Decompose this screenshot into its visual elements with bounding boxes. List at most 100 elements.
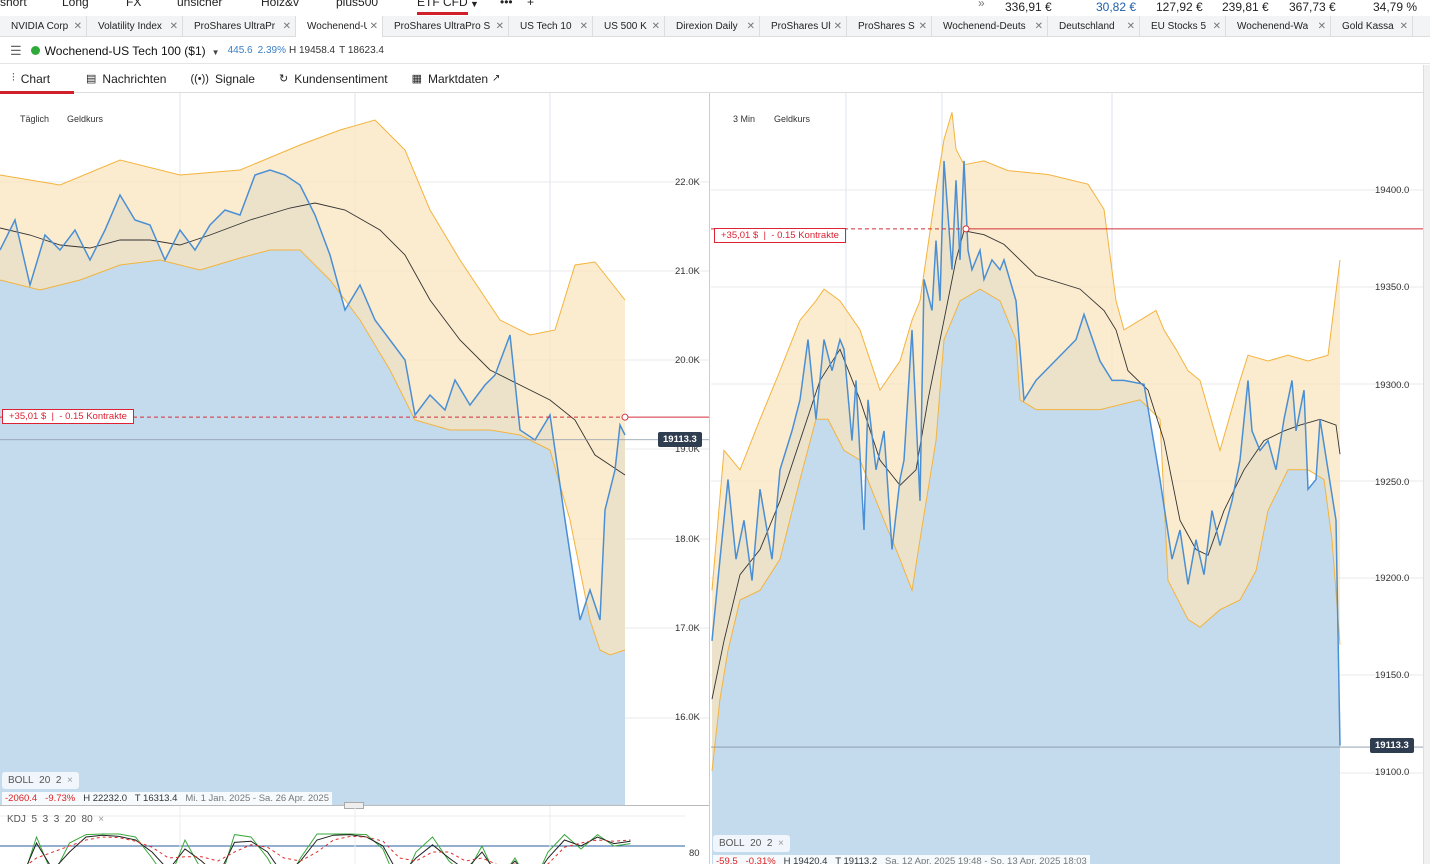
nav-item-long[interactable]: Long xyxy=(62,0,89,9)
indicator-param: 3 xyxy=(53,814,60,825)
close-tab-icon[interactable]: ✕ xyxy=(652,21,660,32)
timeframe-label[interactable]: 3 Min xyxy=(733,114,755,124)
chevron-down-icon[interactable]: ▼ xyxy=(212,48,220,57)
nav-item-holz[interactable]: Holz&v xyxy=(261,0,299,9)
close-tab-icon[interactable]: ✕ xyxy=(170,21,178,32)
close-tab-icon[interactable]: ✕ xyxy=(919,21,927,32)
kdj-level-tick: 80 xyxy=(689,848,700,859)
overflow-icon[interactable]: » xyxy=(978,0,985,10)
instrument-tab[interactable]: US Tech 10 ✕ xyxy=(509,16,593,37)
instrument-tab[interactable]: Wochenend-Deuts ✕ xyxy=(932,16,1048,37)
position-label[interactable]: +35,01 $ | - 0.15 Kontrakte xyxy=(2,409,134,424)
change-percent: 2.39% xyxy=(257,45,286,56)
kdj-j-line xyxy=(27,833,631,864)
tab-label: Volatility Index xyxy=(98,21,162,32)
more-icon[interactable]: ••• xyxy=(500,0,513,9)
tab-label: Gold Kassa ( xyxy=(1342,21,1397,32)
tab-kundensentiment[interactable]: ↻ Kundensentiment xyxy=(267,65,400,93)
close-tab-icon[interactable]: ✕ xyxy=(1400,21,1408,32)
y-tick: 19300.0 xyxy=(1375,380,1410,391)
close-icon[interactable]: × xyxy=(98,814,104,825)
close-tab-icon[interactable]: ✕ xyxy=(1213,21,1221,32)
indicator-param: 20 xyxy=(39,775,51,786)
indicator-param: 20 xyxy=(750,838,762,849)
close-tab-icon[interactable]: ✕ xyxy=(580,21,588,32)
nav-item-fx[interactable]: FX xyxy=(126,0,141,9)
menu-icon[interactable]: ☰ xyxy=(10,43,22,59)
position-label[interactable]: +35,01 $ | - 0.15 Kontrakte xyxy=(714,228,846,243)
candles-icon: ⫶ xyxy=(12,72,15,84)
close-tab-icon[interactable]: ✕ xyxy=(834,21,842,32)
boll-indicator-label[interactable]: BOLL 20 2 × xyxy=(713,835,790,852)
tab-label: Kundensentiment xyxy=(294,71,388,86)
tab-marktdaten[interactable]: ▦ Marktdaten ↗ xyxy=(400,65,513,93)
intraday-chart-canvas[interactable] xyxy=(711,93,1423,864)
y-tick: 19250.0 xyxy=(1375,477,1410,488)
indicator-param: 2 xyxy=(55,775,62,786)
stats-change: -59.5 xyxy=(716,856,738,864)
daily-chart-panel[interactable]: Täglich Geldkurs 22.0K 21.0K 20.0K 19.0K… xyxy=(0,93,710,864)
range-stats: -59.5 -0.31% H 19420.4 T 19113.2 Sa. 12 … xyxy=(713,855,1090,864)
instrument-tab[interactable]: EU Stocks 5 ✕ xyxy=(1140,16,1226,37)
close-icon[interactable]: × xyxy=(778,838,784,849)
instrument-tab[interactable]: Wochenend-Wa ✕ xyxy=(1226,16,1331,37)
y-tick: 16.0K xyxy=(675,712,700,723)
instrument-tab[interactable]: US 500 K ✕ xyxy=(593,16,665,37)
nav-item-etf-cfd[interactable]: ETF CFD xyxy=(417,0,468,15)
instrument-tab[interactable]: Deutschland ✕ xyxy=(1048,16,1140,37)
close-tab-icon[interactable]: ✕ xyxy=(370,21,378,32)
kdj-indicator-label[interactable]: KDJ 5 3 3 20 80 × xyxy=(7,814,104,825)
scrollbar[interactable] xyxy=(1423,65,1430,864)
ticker-value: 34,79 % xyxy=(1373,0,1418,14)
kdj-chart-canvas[interactable] xyxy=(0,806,710,864)
nav-item-plus500[interactable]: plus500 xyxy=(336,0,378,9)
price-type-label[interactable]: Geldkurs xyxy=(67,114,103,124)
close-tab-icon[interactable]: ✕ xyxy=(1318,21,1326,32)
stats-high: H 19420.4 xyxy=(783,856,828,864)
boll-indicator-label[interactable]: BOLL 20 2 × xyxy=(2,772,79,789)
chevron-down-icon[interactable]: ▼ xyxy=(470,0,479,9)
tab-nachrichten[interactable]: ▤ Nachrichten xyxy=(74,65,178,93)
kdj-d-line xyxy=(27,835,631,864)
close-icon[interactable]: × xyxy=(67,775,73,786)
sentiment-icon: ↻ xyxy=(278,73,289,85)
nav-item-short[interactable]: short xyxy=(0,0,27,9)
stats-change: -2060.4 xyxy=(5,793,38,804)
range-stats: -2060.4 -9.73% H 22232.0 T 16313.4 Mi. 1… xyxy=(2,792,332,805)
tab-chart[interactable]: ⫶ Chart xyxy=(0,65,74,94)
instrument-tab[interactable]: NVIDIA Corp ✕ xyxy=(0,16,87,37)
tab-label: Direxion Daily xyxy=(676,21,738,32)
indicator-name: BOLL xyxy=(8,775,34,786)
tab-signale[interactable]: ((•)) Signale xyxy=(178,65,267,93)
timeframe-label[interactable]: Täglich xyxy=(20,114,49,124)
instrument-tab[interactable]: Wochenend-U ✕ xyxy=(296,16,383,37)
close-tab-icon[interactable]: ✕ xyxy=(496,21,504,32)
close-tab-icon[interactable]: ✕ xyxy=(747,21,755,32)
instrument-tab[interactable]: ProShares Ultr ✕ xyxy=(760,16,847,37)
position-pl: +35,01 $ xyxy=(721,230,759,241)
instrument-tab[interactable]: Volatility Index ✕ xyxy=(87,16,183,37)
close-tab-icon[interactable]: ✕ xyxy=(74,21,82,32)
instrument-tab[interactable]: ProShares UltraPro S ✕ xyxy=(383,16,509,37)
position-entry-marker xyxy=(962,225,970,233)
instrument-tab[interactable]: Gold Kassa (✕ xyxy=(1331,16,1413,37)
ticker-value: 127,92 € xyxy=(1156,0,1203,14)
indicator-name: KDJ xyxy=(7,814,26,825)
add-list-button[interactable]: + xyxy=(527,0,534,9)
close-tab-icon[interactable]: ✕ xyxy=(1035,21,1043,32)
instrument-tab[interactable]: ProShares S ✕ xyxy=(847,16,932,37)
instrument-tab[interactable]: ProShares UltraPr ✕ xyxy=(183,16,296,37)
stats-percent: -9.73% xyxy=(45,793,76,804)
close-tab-icon[interactable]: ✕ xyxy=(1127,21,1135,32)
indicator-param: 2 xyxy=(766,838,773,849)
close-tab-icon[interactable]: ✕ xyxy=(283,21,291,32)
nav-item-unsicher[interactable]: unsicher xyxy=(177,0,222,9)
tab-label: Wochenend-U xyxy=(307,21,367,32)
instrument-name[interactable]: Wochenend-US Tech 100 ($1) xyxy=(45,44,206,58)
instrument-tab[interactable]: Direxion Daily ✕ xyxy=(665,16,760,37)
intraday-chart-panel[interactable]: 3 Min Geldkurs 19400.0 19350.0 19300.0 1… xyxy=(711,93,1423,864)
y-tick: 22.0K xyxy=(675,177,700,188)
daily-chart-canvas[interactable] xyxy=(0,93,710,805)
price-type-label[interactable]: Geldkurs xyxy=(774,114,810,124)
stats-high: H 22232.0 xyxy=(83,793,128,804)
